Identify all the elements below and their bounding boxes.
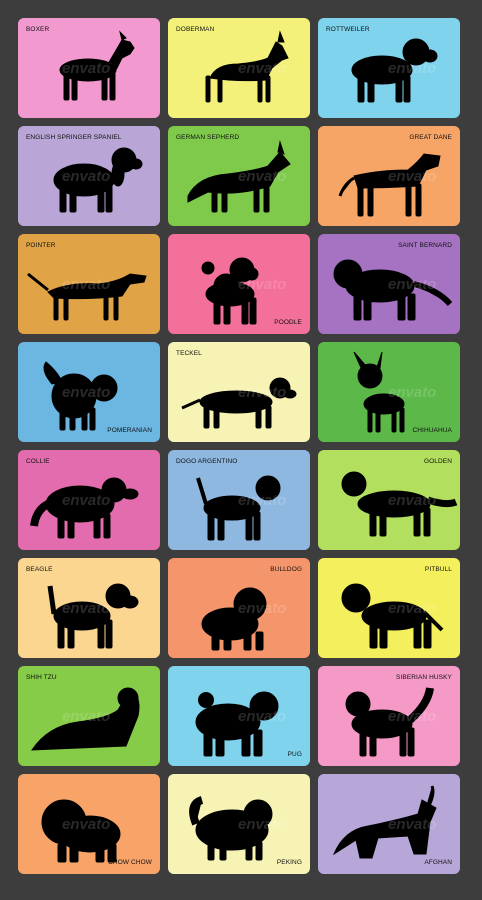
breed-card: TECKEL envato [168,342,310,442]
breed-name: DOBERMAN [176,26,215,33]
breed-name: COLLIE [26,458,50,465]
breed-name: BOXER [26,26,50,33]
breed-name: TECKEL [176,350,202,357]
breed-card: SAINT BERNARDenvato [318,234,460,334]
breed-name: SIBERIAN HUSKY [396,674,452,681]
breed-name: POMERANIAN [107,427,152,434]
breed-name: AFGHAN [424,859,452,866]
breed-name: PEKING [276,859,302,866]
breed-name: CHIHUAHUA [412,427,452,434]
breed-name: GREAT DANE [409,134,452,141]
breed-name: ENGLISH SPRINGER SPANIEL [26,134,122,141]
breed-card: AFGHANenvato [318,774,460,874]
breed-card: POINTERenvato [18,234,160,334]
breed-card: CHOW CHOWenvato [18,774,160,874]
breed-card: BEAGLEenvato [18,558,160,658]
breed-card: ROTTWEILERenvato [318,18,460,118]
breed-card: GOLDENenvato [318,450,460,550]
breed-name: PUG [287,751,302,758]
breed-card: BOXERenvato [18,18,160,118]
breed-card: POODLE envato [168,234,310,334]
breed-name: GERMAN SEPHERD [176,134,240,141]
breed-name: POODLE [274,319,302,326]
breed-name: BULLDOG [270,566,302,573]
breed-name: DOGO ARGENTINO [176,458,238,465]
breed-name: POINTER [26,242,56,249]
breed-card: SIBERIAN HUSKYenvato [318,666,460,766]
breed-card: GREAT DANEenvato [318,126,460,226]
breed-card: DOBERMANenvato [168,18,310,118]
breed-name: SAINT BERNARD [398,242,452,249]
breed-name: CHOW CHOW [108,859,152,866]
breed-card: SHIH TZU envato [18,666,160,766]
breed-card: PUGenvato [168,666,310,766]
breed-name: BEAGLE [26,566,53,573]
breed-card: BULLDOGenvato [168,558,310,658]
breed-card-grid: BOXERenvato DOBERMANenvato ROTTWEILERenv… [18,18,460,874]
breed-card: DOGO ARGENTINO envato [168,450,310,550]
breed-name: PITBULL [424,566,452,573]
dog-breeds-sheet: BOXERenvato DOBERMANenvato ROTTWEILERenv… [0,0,482,900]
breed-card: PITBULLenvato [318,558,460,658]
breed-card: COLLIEenvato [18,450,160,550]
breed-card: PEKINGenvato [168,774,310,874]
breed-card: ENGLISH SPRINGER SPANIELenvato [18,126,160,226]
breed-card: CHIHUAHUA envato [318,342,460,442]
breed-name: SHIH TZU [26,674,57,681]
breed-card: GERMAN SEPHERDenvato [168,126,310,226]
breed-name: ROTTWEILER [326,26,370,33]
breed-name: GOLDEN [423,458,452,465]
breed-card: POMERANIANenvato [18,342,160,442]
